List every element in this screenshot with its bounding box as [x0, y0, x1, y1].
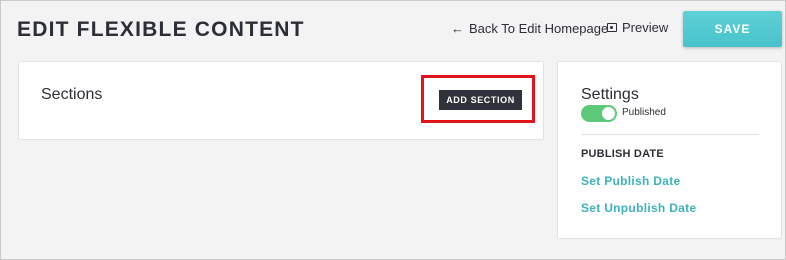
preview-icon [607, 23, 617, 32]
page-title: EDIT FLEXIBLE CONTENT [17, 18, 305, 41]
settings-card: Settings Published PUBLISH DATE Set Publ… [557, 61, 782, 239]
preview-link[interactable]: Preview [607, 20, 668, 35]
back-to-edit-homepage-link[interactable]: ← Back To Edit Homepage [451, 21, 608, 36]
set-unpublish-date-link[interactable]: Set Unpublish Date [581, 201, 696, 215]
published-label: Published [622, 107, 666, 118]
publish-date-heading: PUBLISH DATE [581, 148, 664, 160]
save-button[interactable]: SAVE [683, 11, 782, 47]
back-link-label: Back To Edit Homepage [469, 21, 609, 36]
settings-title: Settings [581, 86, 639, 103]
published-toggle[interactable] [581, 105, 617, 122]
divider [581, 134, 759, 135]
add-section-button[interactable]: ADD SECTION [439, 90, 522, 110]
preview-label: Preview [622, 20, 669, 35]
set-publish-date-link[interactable]: Set Publish Date [581, 174, 681, 188]
toggle-knob [602, 107, 615, 120]
sections-title: Sections [41, 86, 103, 103]
sections-card: Sections ADD SECTION [18, 61, 544, 140]
arrow-left-icon: ← [451, 21, 464, 36]
